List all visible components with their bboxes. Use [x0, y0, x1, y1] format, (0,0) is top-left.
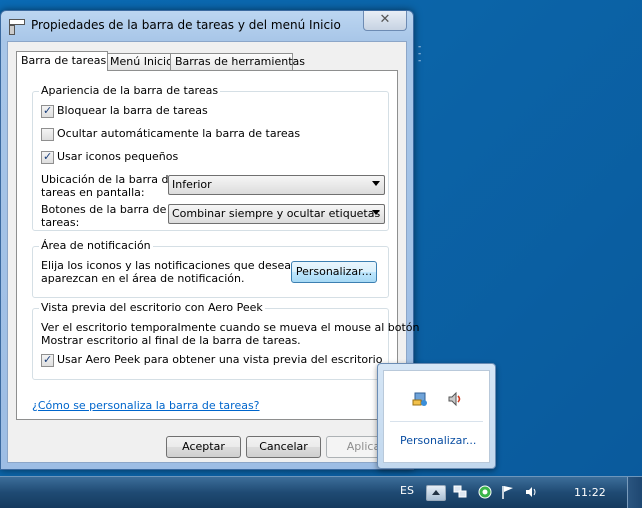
clock[interactable]: 11:22 [574, 486, 606, 499]
taskbar-properties-icon [9, 19, 25, 35]
show-hidden-icons-button[interactable] [426, 485, 446, 501]
show-hidden-icons-icon [432, 490, 440, 495]
aero-peek-label: Usar Aero Peek para obtener una vista pr… [57, 353, 383, 366]
buttons-select-value: Combinar siempre y ocultar etiquetas [172, 207, 381, 220]
notification-overflow-popup: Personalizar... [377, 363, 496, 469]
small-icons-label: Usar iconos pequeños [57, 150, 179, 163]
buttons-label-line1: Botones de la barra de [41, 203, 167, 216]
aero-peek-text-line1: Ver el escritorio temporalmente cuando s… [41, 321, 420, 334]
checkmark-icon: ✓ [43, 104, 53, 117]
notification-customize-button[interactable]: Personalizar... [291, 261, 377, 283]
lock-taskbar-label: Bloquear la barra de tareas [57, 104, 208, 117]
location-label-line2: tareas en pantalla: [41, 186, 145, 199]
aero-peek-checkbox[interactable]: ✓ [41, 353, 54, 367]
popup-separator [390, 421, 483, 422]
dropdown-arrow-icon [372, 181, 380, 186]
notification-legend: Área de notificación [39, 239, 153, 252]
appearance-group: Apariencia de la barra de tareas ✓ Bloqu… [32, 84, 389, 231]
taskbar: ES 11:22 [0, 476, 642, 508]
small-icons-checkbox[interactable]: ✓ [41, 150, 54, 164]
language-indicator[interactable]: ES [400, 484, 414, 497]
show-desktop-button[interactable] [627, 477, 642, 508]
aero-peek-text-line2: Mostrar escritorio al final de la barra … [41, 334, 301, 347]
notification-text-line1: Elija los iconos y las notificaciones qu… [41, 259, 316, 272]
flag-icon[interactable] [500, 484, 516, 500]
location-select[interactable]: Inferior [168, 175, 385, 195]
window-title: Propiedades de la barra de tareas y del … [31, 18, 341, 32]
aero-peek-legend: Vista previa del escritorio con Aero Pee… [39, 301, 265, 314]
tab-barras-de-herramientas[interactable]: Barras de herramientas [170, 53, 305, 70]
appearance-legend: Apariencia de la barra de tareas [39, 84, 221, 97]
help-link[interactable]: ¿Cómo se personaliza la barra de tareas? [32, 399, 260, 412]
lock-taskbar-checkbox[interactable]: ✓ [41, 104, 54, 118]
notification-overflow-panel: Personalizar... [383, 370, 490, 463]
taskbar-properties-dialog: Propiedades de la barra de tareas y del … [0, 10, 420, 470]
close-icon: ✕ [379, 12, 391, 27]
buttons-select[interactable]: Combinar siempre y ocultar etiquetas [168, 204, 385, 224]
autohide-label: Ocultar automáticamente la barra de tare… [57, 127, 301, 140]
location-label: Ubicación de la barra de tareas en panta… [41, 173, 175, 199]
location-select-value: Inferior [172, 178, 212, 191]
tab-menu-inicio[interactable]: Menú Inicio [105, 53, 173, 70]
popup-customize-link[interactable]: Personalizar... [400, 434, 476, 447]
network-icon[interactable] [452, 484, 468, 500]
tab-panel-barra-de-tareas: Apariencia de la barra de tareas ✓ Bloqu… [16, 70, 420, 420]
ok-button[interactable]: Aceptar [166, 436, 241, 458]
green-circle-icon[interactable] [477, 484, 493, 500]
close-button[interactable]: ✕ [363, 11, 407, 31]
speaker-muted-icon[interactable] [447, 391, 463, 407]
checkmark-icon: ✓ [43, 353, 53, 366]
volume-icon[interactable] [524, 484, 540, 500]
location-label-line1: Ubicación de la barra de [41, 173, 176, 186]
notification-area-group: Área de notificación Elija los iconos y … [32, 239, 389, 298]
buttons-label-line2: tareas: [41, 216, 80, 229]
notification-text-line2: aparezcan en el área de notificación. [41, 272, 245, 285]
buttons-label: Botones de la barra de tareas: [41, 203, 166, 229]
desktop-icon-fragment: ‐ ‐ ‐ [418, 42, 422, 66]
cancel-button[interactable]: Cancelar [246, 436, 321, 458]
dropdown-arrow-icon [372, 210, 380, 215]
autohide-checkbox[interactable] [41, 128, 54, 141]
network-sharing-icon[interactable] [412, 391, 428, 407]
title-bar[interactable]: Propiedades de la barra de tareas y del … [1, 11, 413, 41]
checkmark-icon: ✓ [43, 150, 53, 163]
aero-peek-group: Vista previa del escritorio con Aero Pee… [32, 301, 420, 380]
tab-barra-de-tareas[interactable]: Barra de tareas [16, 51, 108, 71]
dialog-body: Barra de tareas Menú Inicio Barras de he… [7, 41, 420, 463]
